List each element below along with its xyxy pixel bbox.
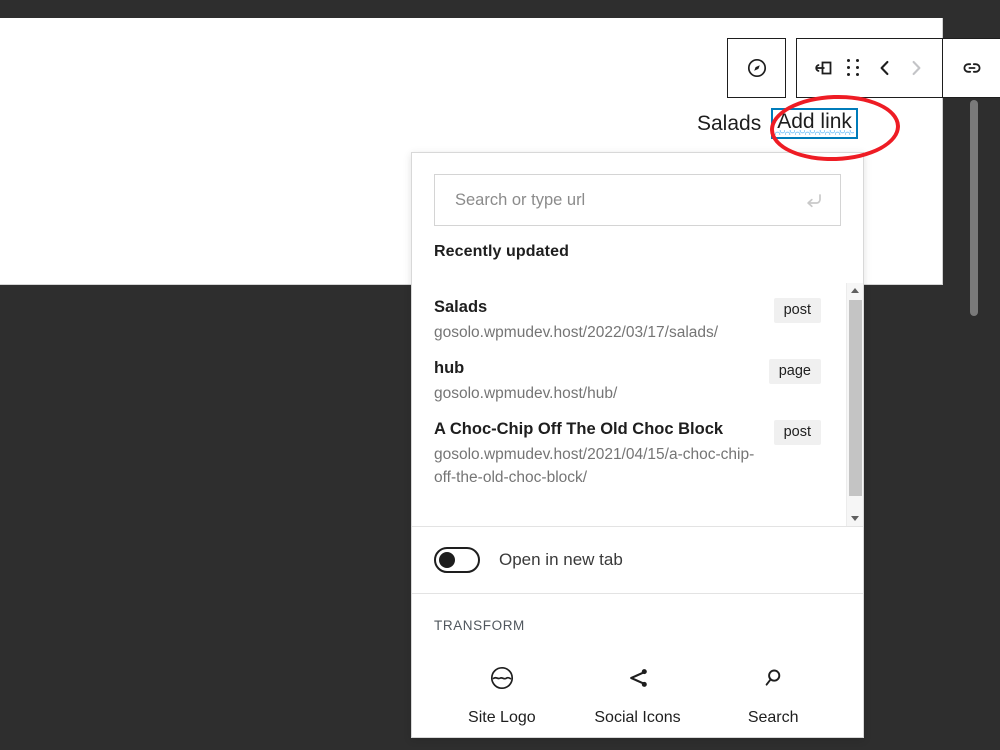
scroll-track[interactable]	[847, 298, 864, 511]
transform-section: TRANSFORM Site Logo Social Icons Search	[412, 594, 863, 731]
toggle-knob	[439, 552, 455, 568]
add-link-text[interactable]: Add link	[771, 108, 858, 140]
search-row	[412, 153, 863, 240]
result-url: gosolo.wpmudev.host/hub/	[434, 384, 618, 402]
transform-option-search[interactable]: Search	[705, 657, 841, 731]
transform-options: Site Logo Social Icons Search	[434, 657, 841, 731]
move-up-button[interactable]	[870, 46, 901, 90]
link-block-icon	[811, 56, 835, 80]
paragraph-text: Salads	[697, 111, 762, 135]
block-controls-group	[796, 38, 943, 98]
chevron-left-icon	[875, 58, 895, 78]
result-main: A Choc-Chip Off The Old Choc Block gosol…	[434, 417, 762, 489]
results-heading: Recently updated	[434, 243, 569, 260]
transform-heading: TRANSFORM	[434, 618, 525, 633]
navigation-mode-group	[727, 38, 786, 98]
list-item[interactable]: Salads gosolo.wpmudev.host/2022/03/17/sa…	[412, 289, 833, 350]
transform-label: Site Logo	[468, 709, 536, 726]
compass-icon	[745, 56, 769, 80]
app-root: Salads Add link Recently updated	[0, 0, 1000, 750]
list-item[interactable]: A Choc-Chip Off The Old Choc Block gosol…	[412, 411, 833, 495]
link-control-popover: Recently updated Salads gosolo.wpmudev.h…	[411, 152, 864, 738]
open-in-new-tab-row[interactable]: Open in new tab	[412, 527, 863, 594]
drag-dots-icon	[847, 59, 860, 77]
transform-label: Social Icons	[594, 709, 681, 726]
search-input[interactable]	[435, 175, 840, 225]
scroll-up-arrow[interactable]	[847, 283, 864, 298]
result-title: A Choc-Chip Off The Old Choc Block	[434, 420, 724, 439]
result-url: gosolo.wpmudev.host/2021/04/15/a-choc-ch…	[434, 446, 755, 486]
result-title: hub	[434, 359, 465, 378]
transform-label: Search	[747, 709, 799, 726]
navigation-mode-button[interactable]	[739, 46, 775, 90]
result-title: Salads	[434, 298, 488, 316]
drag-handle-button[interactable]	[838, 46, 869, 90]
result-main: Salads gosolo.wpmudev.host/2022/03/17/sa…	[434, 295, 762, 344]
open-in-new-tab-label: Open in new tab	[499, 550, 623, 569]
move-down-button[interactable]	[901, 46, 932, 90]
chevron-right-icon	[906, 58, 926, 78]
results-area: Salads gosolo.wpmudev.host/2022/03/17/sa…	[412, 283, 863, 527]
result-type-badge: post	[773, 298, 821, 323]
result-main: hub gosolo.wpmudev.host/hub/	[434, 356, 757, 405]
block-type-button[interactable]	[807, 46, 838, 90]
transform-option-site-logo[interactable]: Site Logo	[434, 657, 570, 731]
site-logo-icon	[487, 661, 517, 695]
results-list: Salads gosolo.wpmudev.host/2022/03/17/sa…	[412, 283, 833, 526]
paragraph-block[interactable]: Salads Add link	[697, 108, 858, 140]
link-underline	[775, 130, 854, 136]
link-group	[943, 38, 1000, 98]
open-in-new-tab-toggle[interactable]	[434, 547, 480, 573]
results-scrollbar[interactable]	[846, 283, 863, 526]
result-type-badge: page	[768, 359, 821, 385]
search-box[interactable]	[434, 174, 841, 226]
share-icon	[623, 661, 653, 695]
submit-enter-icon[interactable]	[800, 187, 826, 213]
scroll-down-arrow[interactable]	[847, 511, 864, 526]
link-button[interactable]	[954, 46, 990, 90]
result-url: gosolo.wpmudev.host/2022/03/17/salads/	[434, 323, 719, 341]
page-scrollbar[interactable]	[970, 100, 978, 316]
search-icon	[758, 661, 788, 695]
scroll-thumb[interactable]	[848, 300, 862, 496]
block-toolbar	[727, 38, 1000, 98]
link-icon	[960, 56, 984, 80]
list-item[interactable]: hub gosolo.wpmudev.host/hub/ page	[412, 350, 833, 411]
result-type-badge: post	[773, 420, 821, 446]
transform-option-social-icons[interactable]: Social Icons	[570, 657, 706, 731]
